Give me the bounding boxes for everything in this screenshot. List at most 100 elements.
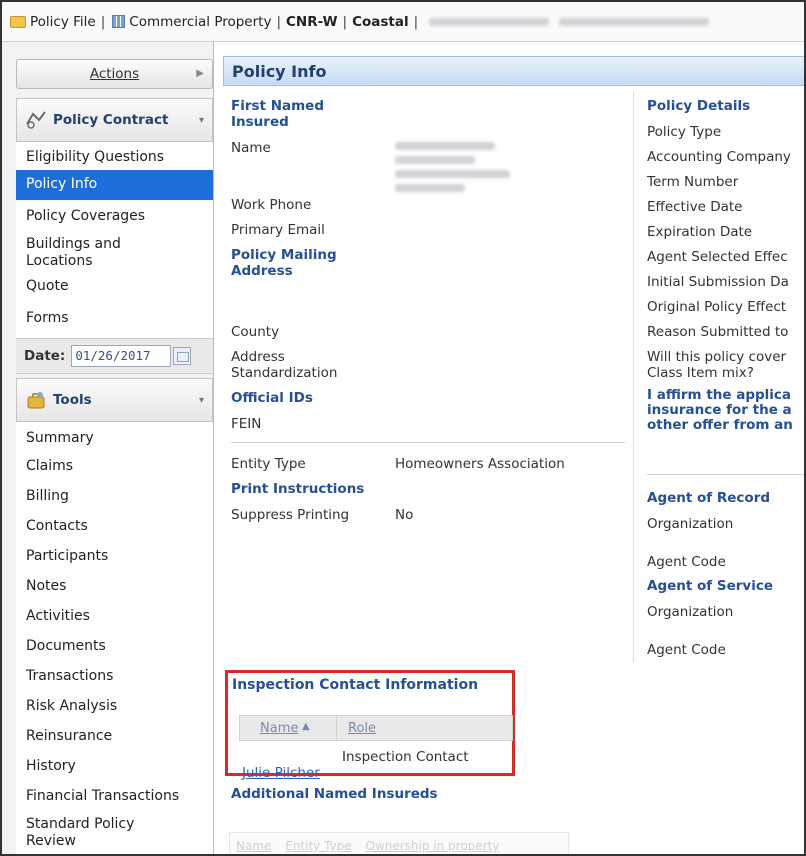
actions-label: Actions bbox=[89, 66, 140, 82]
redacted-name bbox=[395, 142, 510, 192]
col-entity-type-header[interactable]: Entity Type bbox=[285, 839, 351, 853]
policy-nav-item-policy-coverages[interactable]: Policy Coverages bbox=[16, 202, 213, 232]
tools-nav-item-activities[interactable]: Activities bbox=[16, 602, 213, 632]
tools-nav-item-financial-transactions[interactable]: Financial Transactions bbox=[16, 782, 213, 812]
tools-nav: Summary Claims Billing Contacts Participants… bbox=[16, 422, 213, 854]
policy-contract-panel-header[interactable]: Policy Contract ▾ bbox=[16, 98, 213, 142]
col-name-header[interactable]: Name bbox=[236, 839, 271, 853]
policy-detail-label: Expiration Date bbox=[647, 224, 753, 240]
date-selector: Date: 01/26/2017 bbox=[16, 338, 213, 374]
additional-named-insureds-heading: Additional Named Insureds bbox=[231, 786, 438, 802]
policy-detail-label: Policy Type bbox=[647, 124, 722, 140]
work-phone-label: Work Phone bbox=[231, 197, 312, 213]
breadcrumb-separator: | bbox=[342, 13, 348, 30]
tools-nav-item-claims[interactable]: Claims bbox=[16, 452, 213, 482]
actions-button[interactable]: Actions ▶ bbox=[16, 59, 213, 89]
tools-nav-item-documents[interactable]: Documents bbox=[16, 632, 213, 662]
col-name-header[interactable]: Name bbox=[260, 721, 298, 736]
col-role-header[interactable]: Role bbox=[348, 721, 376, 736]
inspection-row-name[interactable]: Julie Pilcher bbox=[242, 749, 320, 781]
breadcrumb: Policy File | Commercial Property | CNR-… bbox=[2, 2, 804, 42]
divider bbox=[231, 442, 625, 443]
name-label: Name bbox=[231, 140, 271, 156]
mailing-address-heading: Policy Mailing Address bbox=[231, 247, 337, 279]
policy-nav: Eligibility Questions Policy Info Policy C… bbox=[16, 142, 213, 338]
affirm-text: I affirm the applica insurance for the a… bbox=[647, 387, 793, 433]
folder-icon bbox=[10, 15, 26, 28]
policy-detail-label: Reason Submitted to bbox=[647, 324, 789, 340]
redacted-text bbox=[429, 17, 550, 26]
official-ids-heading: Official IDs bbox=[231, 390, 313, 406]
breadcrumb-policy-file[interactable]: Policy File bbox=[30, 14, 96, 30]
redacted-text bbox=[559, 17, 710, 26]
policy-detail-label: Accounting Company bbox=[647, 149, 791, 165]
entity-type-value: Homeowners Association bbox=[395, 456, 565, 472]
tools-panel-header[interactable]: Tools ▾ bbox=[16, 378, 213, 422]
tools-nav-item-notes[interactable]: Notes bbox=[16, 572, 213, 602]
date-input[interactable]: 01/26/2017 bbox=[71, 345, 172, 367]
sort-asc-icon: ▲ bbox=[302, 721, 310, 732]
breadcrumb-product[interactable]: Commercial Property bbox=[129, 14, 271, 30]
policy-contract-icon bbox=[26, 111, 46, 129]
policy-nav-item-forms[interactable]: Forms bbox=[16, 304, 213, 334]
additional-insureds-table-header: Name Entity Type Ownership in property bbox=[229, 832, 569, 854]
column-divider bbox=[633, 92, 634, 662]
tools-nav-item-risk-analysis[interactable]: Risk Analysis bbox=[16, 692, 213, 722]
suppress-printing-label: Suppress Printing bbox=[231, 507, 350, 523]
chevron-down-icon: ▾ bbox=[198, 394, 204, 406]
tools-nav-item-participants[interactable]: Participants bbox=[16, 542, 213, 572]
column-divider bbox=[336, 716, 337, 740]
address-standardization-label: Address Standardization bbox=[231, 349, 338, 381]
inspection-contact-section: Inspection Contact Information Name ▲ Ro… bbox=[225, 670, 515, 781]
county-label: County bbox=[231, 324, 280, 340]
breadcrumb-separator: | bbox=[413, 13, 419, 30]
fein-label: FEIN bbox=[231, 416, 262, 432]
policy-detail-label: Term Number bbox=[647, 174, 739, 190]
calendar-icon[interactable] bbox=[173, 347, 192, 365]
agent-of-service-heading: Agent of Service bbox=[647, 578, 774, 594]
breadcrumb-separator: | bbox=[100, 13, 106, 30]
policy-nav-item-policy-info[interactable]: Policy Info bbox=[16, 170, 213, 200]
tools-nav-item-contacts[interactable]: Contacts bbox=[16, 512, 213, 542]
first-named-insured-heading: First Named Insured bbox=[231, 98, 324, 130]
tools-nav-item-history[interactable]: History bbox=[16, 752, 213, 782]
date-label: Date: bbox=[24, 348, 66, 364]
panel-title: Policy Contract bbox=[53, 112, 169, 128]
grid-icon bbox=[112, 15, 126, 28]
agent-of-record-heading: Agent of Record bbox=[647, 490, 771, 506]
suppress-printing-value: No bbox=[395, 507, 414, 523]
panel-title: Tools bbox=[53, 392, 92, 408]
entity-type-label: Entity Type bbox=[231, 456, 306, 472]
policy-nav-item-quote[interactable]: Quote bbox=[16, 272, 213, 302]
inspection-table-header: Name ▲ Role bbox=[239, 715, 513, 741]
policy-nav-item-eligibility-questions[interactable]: Eligibility Questions bbox=[16, 144, 213, 170]
aor-agent-code-label: Agent Code bbox=[647, 554, 726, 570]
tools-nav-item-transactions[interactable]: Transactions bbox=[16, 662, 213, 692]
breadcrumb-code: CNR-W bbox=[286, 13, 338, 30]
policy-details-heading: Policy Details bbox=[647, 98, 751, 114]
main-content: Policy Info First Named Insured Name Wor… bbox=[215, 42, 804, 854]
breadcrumb-region: Coastal bbox=[352, 13, 409, 30]
sidebar: Actions ▶ Policy Contract ▾ Eligibility … bbox=[2, 42, 214, 854]
col-ownership-header[interactable]: Ownership in property bbox=[365, 839, 499, 853]
tools-nav-item-billing[interactable]: Billing bbox=[16, 482, 213, 512]
policy-detail-label: Will this policy cover Class Item mix? bbox=[647, 349, 787, 381]
policy-detail-label: Agent Selected Effec bbox=[647, 249, 788, 265]
policy-detail-label: Initial Submission Da bbox=[647, 274, 789, 290]
page-title: Policy Info bbox=[223, 56, 804, 86]
tools-nav-item-reinsurance[interactable]: Reinsurance bbox=[16, 722, 213, 752]
inspection-title: Inspection Contact Information bbox=[232, 677, 479, 693]
tools-icon bbox=[27, 392, 45, 409]
policy-detail-label: Effective Date bbox=[647, 199, 743, 215]
print-instructions-heading: Print Instructions bbox=[231, 481, 365, 497]
primary-email-label: Primary Email bbox=[231, 222, 325, 238]
policy-nav-item-buildings-and-locations[interactable]: Buildings and Locations bbox=[16, 232, 213, 272]
tools-nav-item-summary[interactable]: Summary bbox=[16, 424, 213, 452]
divider bbox=[647, 474, 804, 475]
chevron-down-icon: ▾ bbox=[198, 114, 204, 126]
aos-organization-label: Organization bbox=[647, 604, 734, 620]
breadcrumb-separator: | bbox=[276, 13, 282, 30]
tools-nav-item-standard-policy-review[interactable]: Standard Policy Review bbox=[16, 812, 213, 854]
chevron-right-icon: ▶ bbox=[196, 68, 204, 79]
aos-agent-code-label: Agent Code bbox=[647, 642, 726, 658]
